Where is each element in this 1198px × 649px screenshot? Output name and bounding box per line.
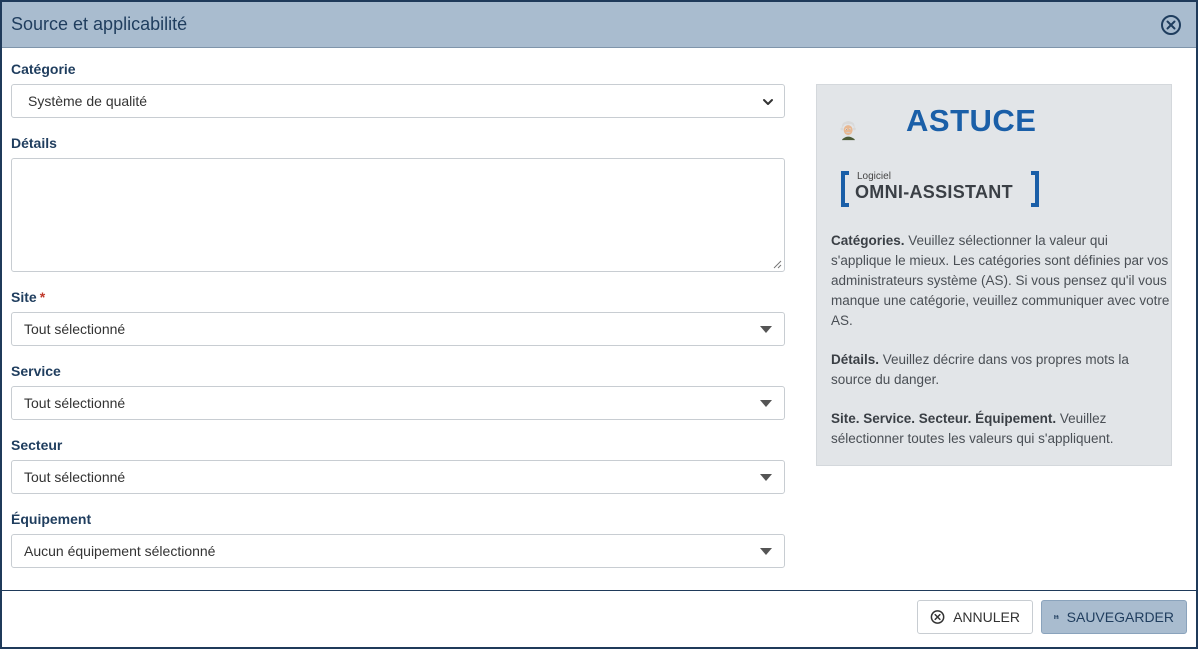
- save-button[interactable]: SAUVEGARDER: [1041, 600, 1187, 634]
- chevron-down-icon: [763, 99, 773, 105]
- bracket-right-icon: [1031, 171, 1039, 207]
- site-select[interactable]: Tout sélectionné: [11, 312, 785, 346]
- dialog-body: Catégorie Système de qualité Détails Sit…: [2, 48, 1196, 592]
- tip-paragraph-heading: Catégories.: [831, 233, 905, 248]
- site-label-text: Site: [11, 289, 37, 305]
- close-button[interactable]: [1160, 14, 1182, 36]
- brand-logo: Logiciel OMNI-ASSISTANT: [841, 171, 1041, 209]
- tip-title: ASTUCE: [906, 103, 1037, 138]
- details-label: Détails: [11, 135, 57, 151]
- brand-name: OMNI-ASSISTANT: [855, 182, 1013, 202]
- equipment-label: Équipement: [11, 511, 92, 527]
- details-textarea[interactable]: [11, 158, 785, 272]
- close-icon: [1161, 15, 1181, 35]
- resize-grip-icon[interactable]: [773, 260, 782, 269]
- category-select[interactable]: Système de qualité: [11, 84, 785, 118]
- site-value: Tout sélectionné: [24, 321, 126, 337]
- tip-paragraph-heading: Détails.: [831, 352, 880, 367]
- dropdown-arrow-icon: [760, 400, 772, 407]
- dialog: Source et applicabilité Catégorie Systèm…: [0, 0, 1198, 649]
- service-select[interactable]: Tout sélectionné: [11, 386, 785, 420]
- dialog-footer: ANNULER SAUVEGARDER: [2, 590, 1196, 647]
- tip-paragraph: Catégories. Veuillez sélectionner la val…: [831, 231, 1171, 331]
- tip-paragraph-heading: Site. Service. Secteur. Équipement.: [831, 411, 1057, 426]
- tip-paragraph: Détails. Veuillez décrire dans vos propr…: [831, 350, 1171, 390]
- category-label: Catégorie: [11, 61, 76, 77]
- dialog-header: Source et applicabilité: [2, 2, 1196, 48]
- tip-panel: ASTUCE Logiciel OMNI-ASSISTANT Catégorie…: [816, 84, 1172, 466]
- cancel-circle-x-icon: [930, 610, 945, 624]
- service-value: Tout sélectionné: [24, 395, 126, 411]
- service-label: Service: [11, 363, 61, 379]
- dropdown-arrow-icon: [760, 474, 772, 481]
- site-label: Site *: [11, 289, 45, 305]
- mascot-icon: [840, 120, 856, 141]
- tip-text: Catégories. Veuillez sélectionner la val…: [831, 231, 1171, 468]
- sector-value: Tout sélectionné: [24, 469, 126, 485]
- save-button-label: SAUVEGARDER: [1066, 609, 1174, 625]
- tip-paragraph: Site. Service. Secteur. Équipement. Veui…: [831, 409, 1171, 449]
- category-value: Système de qualité: [28, 93, 148, 109]
- dialog-title: Source et applicabilité: [11, 14, 188, 34]
- dropdown-arrow-icon: [760, 548, 772, 555]
- dropdown-arrow-icon: [760, 326, 772, 333]
- required-marker: *: [39, 289, 46, 305]
- sector-label: Secteur: [11, 437, 63, 453]
- sector-select[interactable]: Tout sélectionné: [11, 460, 785, 494]
- cancel-button[interactable]: ANNULER: [917, 600, 1033, 634]
- equipment-select[interactable]: Aucun équipement sélectionné: [11, 534, 785, 568]
- bracket-left-icon: [841, 171, 849, 207]
- brand-small-text: Logiciel: [857, 171, 891, 182]
- cancel-button-label: ANNULER: [953, 609, 1020, 625]
- equipment-value: Aucun équipement sélectionné: [24, 543, 216, 559]
- floppy-disk-icon: [1054, 614, 1059, 620]
